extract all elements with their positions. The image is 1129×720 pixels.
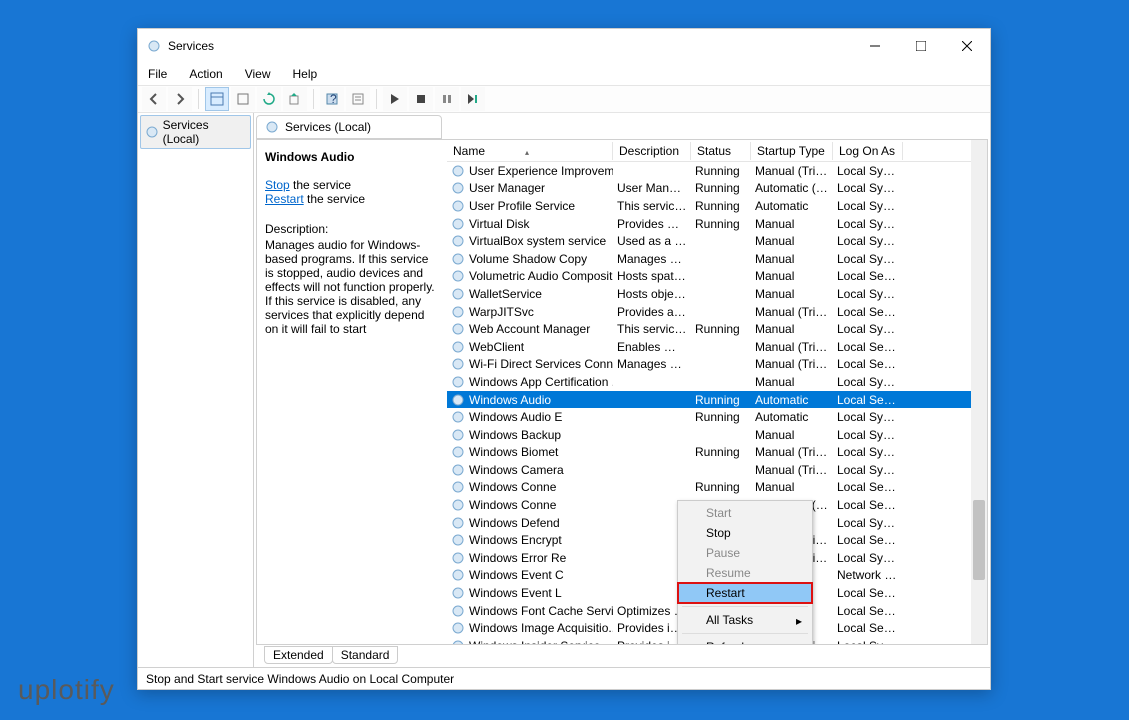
maximize-button[interactable] [898,30,944,62]
table-row[interactable]: Windows App Certification ...ManualLocal… [447,373,987,391]
nav-forward-button[interactable] [168,87,192,111]
list-button[interactable] [346,87,370,111]
description-text: Manages audio for Windows-based programs… [265,238,439,336]
start-service-button[interactable] [383,87,407,111]
sort-arrow-icon: ▴ [525,148,529,157]
export-button[interactable] [283,87,307,111]
refresh-button[interactable] [257,87,281,111]
stop-service-button[interactable] [409,87,433,111]
menu-item-pause: Pause [678,543,812,563]
tree-pane: Services (Local) [138,113,254,667]
titlebar[interactable]: Services [138,29,990,63]
table-row[interactable]: WalletServiceHosts objec...ManualLocal S… [447,285,987,303]
table-row[interactable]: Windows BiometRunningManual (Trig...Loca… [447,444,987,462]
scrollbar-thumb[interactable] [973,500,985,580]
properties-button[interactable] [231,87,255,111]
menu-item-refresh[interactable]: Refresh [678,637,812,645]
close-button[interactable] [944,30,990,62]
pane-header: Services (Local) [256,115,442,139]
tab-standard[interactable]: Standard [332,646,399,664]
tree-label: Services (Local) [163,118,246,146]
context-menu: StartStopPauseResumeRestart All Tasks▸ Ref… [677,500,813,645]
toolbar: ? [138,85,990,113]
watermark: uplotify [18,674,115,706]
menu-item-stop[interactable]: Stop [678,523,812,543]
bottom-tabs: Extended Standard [256,645,988,665]
table-row[interactable]: Volume Shadow CopyManages an...ManualLoc… [447,250,987,268]
table-row[interactable]: Virtual DiskProvides m...RunningManualLo… [447,215,987,233]
menu-help[interactable]: Help [289,65,322,83]
detail-pane: Windows Audio Stop the service Restart t… [257,140,447,644]
table-row[interactable]: User Experience Improveme...RunningManua… [447,162,987,180]
scrollbar[interactable] [971,140,987,644]
table-row[interactable]: WebClientEnables Win...Manual (Trig...Lo… [447,338,987,356]
table-row[interactable]: VirtualBox system serviceUsed as a C...M… [447,232,987,250]
table-row[interactable]: Windows BackupManualLocal Syste... [447,426,987,444]
svg-text:?: ? [330,92,337,106]
tab-extended[interactable]: Extended [264,646,333,664]
services-window: Services File Action View Help ? [137,28,991,690]
menu-file[interactable]: File [144,65,171,83]
table-row[interactable]: Windows AudioRunningAutomaticLocal Servi… [447,391,987,409]
nav-back-button[interactable] [142,87,166,111]
table-row[interactable]: Wi-Fi Direct Services Conne...Manages co… [447,356,987,374]
statusbar: Stop and Start service Windows Audio on … [138,667,990,689]
status-text: Stop and Start service Windows Audio on … [146,672,454,686]
table-row[interactable]: Volumetric Audio Composit...Hosts spatia… [447,268,987,286]
selected-service-name: Windows Audio [265,150,439,164]
table-row[interactable]: Windows ConneRunningManualLocal Service [447,479,987,497]
menu-item-resume: Resume [678,563,812,583]
list-header: Name▴ Description Status Startup Type Lo… [447,140,987,162]
window-title: Services [168,39,214,53]
col-logon[interactable]: Log On As [833,142,903,160]
detail-view-button[interactable] [205,87,229,111]
description-label: Description: [265,222,439,236]
menu-item-all-tasks[interactable]: All Tasks▸ [678,610,812,630]
col-status[interactable]: Status [691,142,751,160]
table-row[interactable]: WarpJITSvcProvides a JI...Manual (Trig..… [447,303,987,321]
pane-header-label: Services (Local) [285,120,371,134]
table-row[interactable]: Web Account ManagerThis service ...Runni… [447,320,987,338]
table-row[interactable]: User Profile ServiceThis service ...Runn… [447,197,987,215]
tree-services-local[interactable]: Services (Local) [140,115,251,149]
col-description[interactable]: Description [613,142,691,160]
restart-service-link-row: Restart the service [265,192,439,206]
restart-link[interactable]: Restart [265,192,304,206]
menu-action[interactable]: Action [185,65,226,83]
services-app-icon [146,38,162,54]
menu-view[interactable]: View [241,65,275,83]
restart-service-button[interactable] [461,87,485,111]
table-row[interactable]: Windows Audio ERunningAutomaticLocal Sys… [447,408,987,426]
pause-service-button[interactable] [435,87,459,111]
stop-link[interactable]: Stop [265,178,290,192]
stop-service-link-row: Stop the service [265,178,439,192]
menu-item-restart[interactable]: Restart [678,583,812,603]
help-button[interactable]: ? [320,87,344,111]
menubar: File Action View Help [138,63,990,85]
menu-item-start: Start [678,503,812,523]
table-row[interactable]: User ManagerUser Manag...RunningAutomati… [447,180,987,198]
table-row[interactable]: Windows CameraManual (Trig...Local Syste… [447,461,987,479]
col-startup[interactable]: Startup Type [751,142,833,160]
minimize-button[interactable] [852,30,898,62]
col-name[interactable]: Name▴ [447,142,613,160]
